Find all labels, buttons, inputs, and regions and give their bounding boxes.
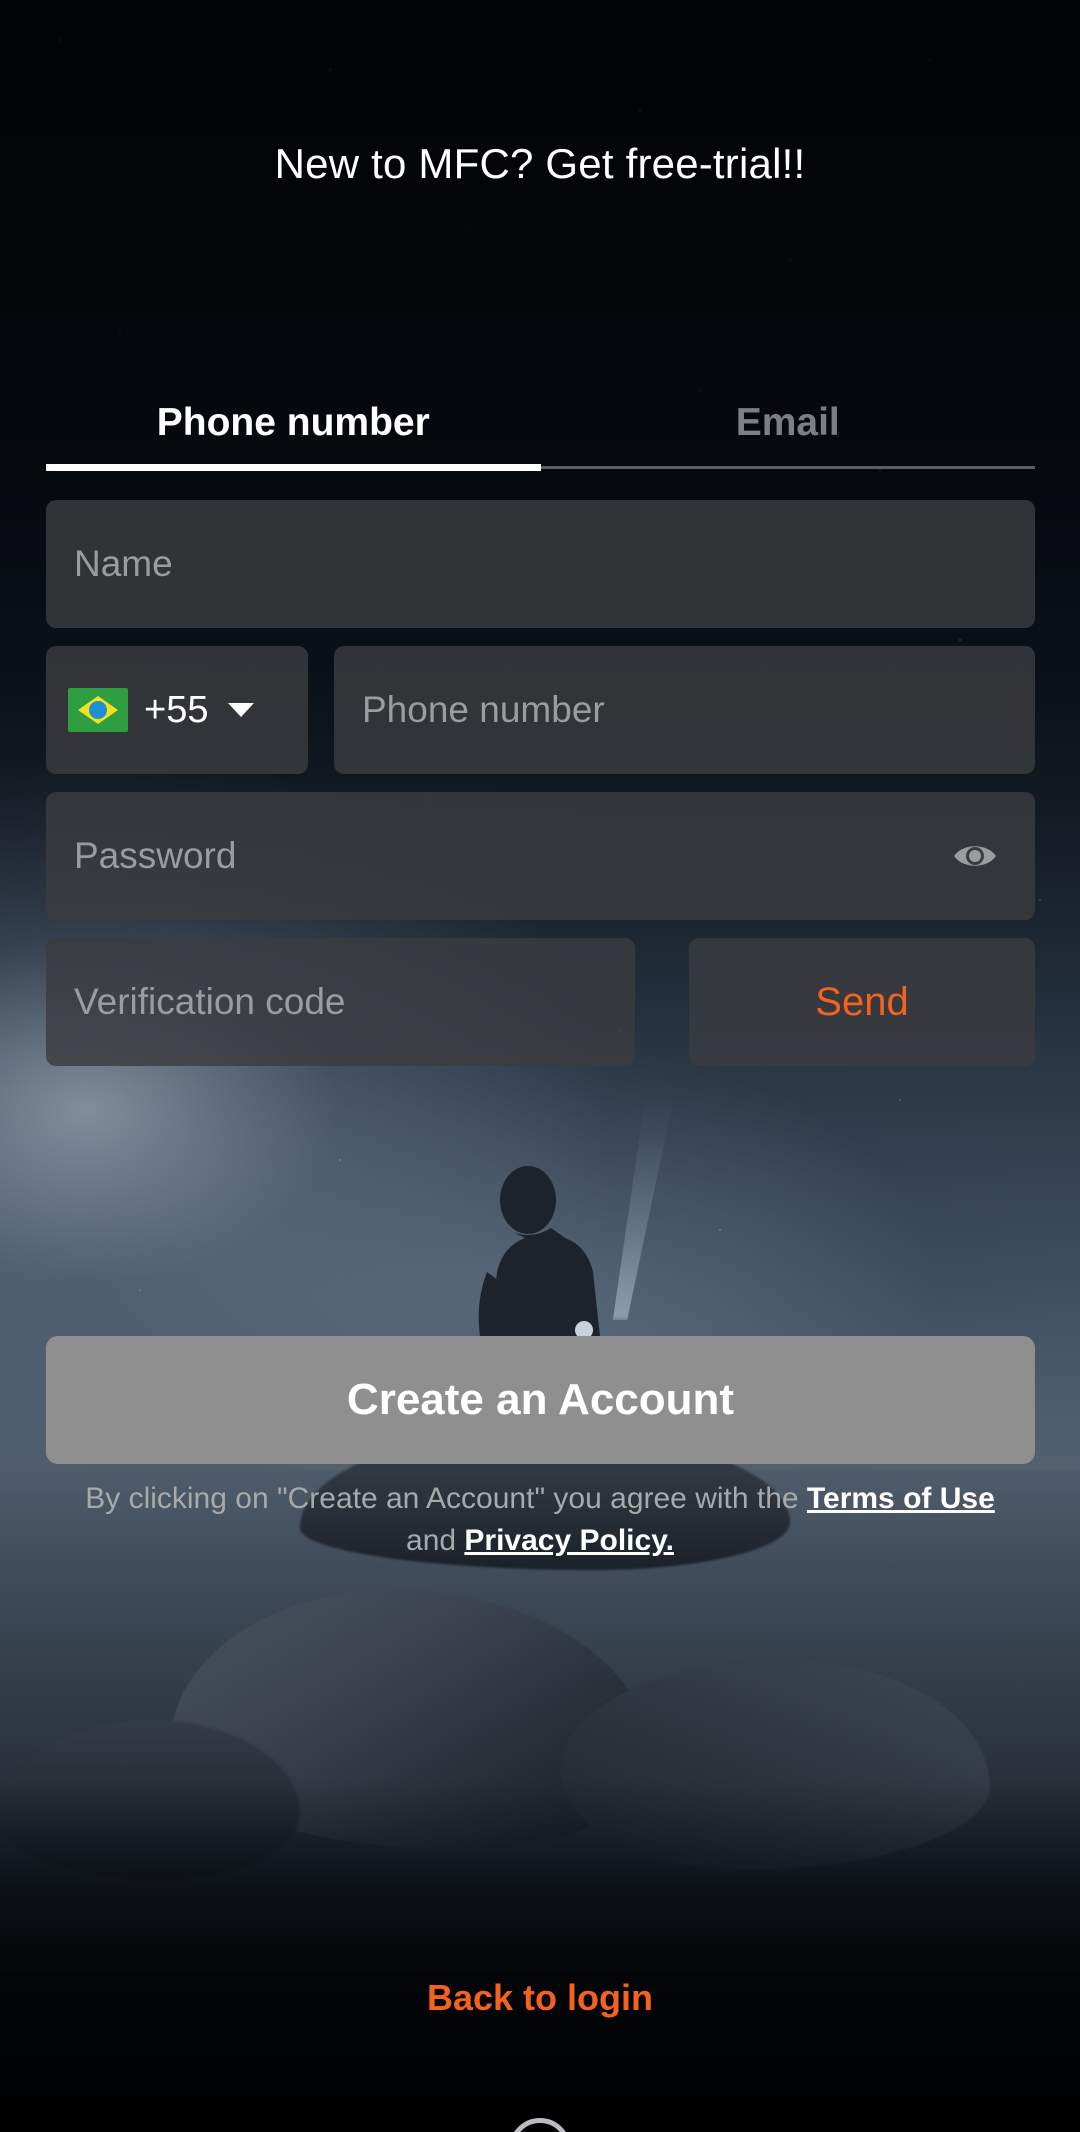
terms-of-use-link[interactable]: Terms of Use (807, 1482, 995, 1515)
br-flag-icon (68, 688, 128, 732)
page-title: New to MFC? Get free-trial!! (274, 140, 806, 187)
password-placeholder: Password (74, 835, 237, 876)
tab-underline-active (46, 464, 541, 471)
verification-code-input[interactable]: Verification code (46, 938, 635, 1066)
terms-middle: and (406, 1524, 465, 1557)
terms-prefix: By clicking on "Create an Account" you a… (85, 1482, 807, 1515)
phone-number-input[interactable]: Phone number (334, 646, 1035, 774)
tab-email[interactable]: Email (541, 385, 1036, 475)
name-placeholder: Name (74, 543, 173, 584)
privacy-policy-link[interactable]: Privacy Policy. (464, 1524, 674, 1557)
chevron-down-icon (228, 703, 255, 717)
phone-placeholder: Phone number (362, 689, 605, 730)
send-code-button[interactable]: Send (689, 938, 1035, 1066)
verification-code-placeholder: Verification code (74, 981, 346, 1022)
back-to-login-link[interactable]: Back to login (0, 1977, 1080, 2019)
country-dial-code: +55 (144, 688, 209, 731)
password-input[interactable]: Password (46, 792, 1035, 920)
auth-method-tabs: Phone number Email (46, 385, 1035, 475)
send-button-label: Send (815, 979, 909, 1024)
terms-disclaimer: By clicking on "Create an Account" you a… (58, 1478, 1022, 1562)
signup-screen: New to MFC? Get free-trial!! Phone numbe… (0, 0, 1080, 2132)
eye-icon[interactable] (951, 840, 999, 872)
create-account-button[interactable]: Create an Account (46, 1336, 1035, 1464)
country-code-selector[interactable]: +55 (46, 646, 308, 774)
tab-phone-number[interactable]: Phone number (46, 385, 541, 475)
name-input[interactable]: Name (46, 500, 1035, 628)
signup-form-layer: New to MFC? Get free-trial!! Phone numbe… (0, 0, 1080, 2132)
